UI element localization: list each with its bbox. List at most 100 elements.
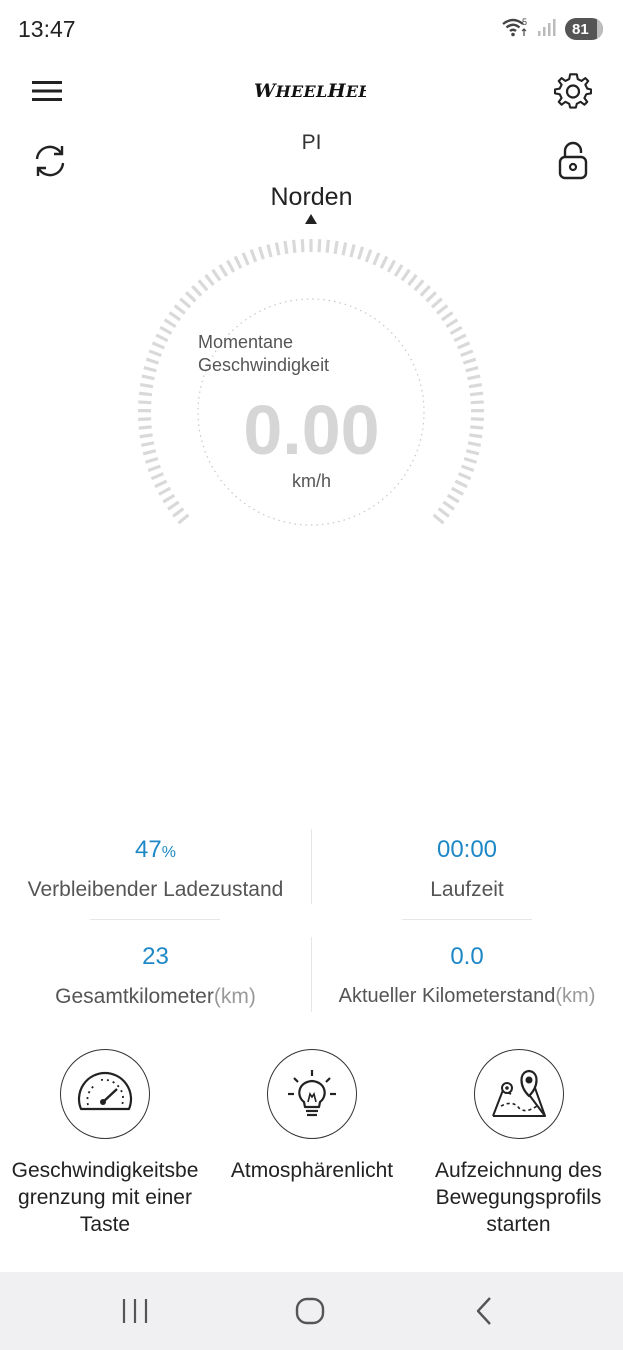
gauge-tick xyxy=(468,383,483,389)
gauge-tick xyxy=(218,264,229,277)
gauge-tick xyxy=(437,507,450,518)
gauge-tick xyxy=(163,318,177,329)
gauge-tick xyxy=(249,249,258,263)
trip-km-label: Aktueller Kilometerstand(km) xyxy=(338,985,596,1007)
back-button[interactable] xyxy=(462,1292,508,1330)
gauge-tick xyxy=(257,246,265,260)
gauge-tick xyxy=(440,311,454,322)
menu-icon xyxy=(32,81,62,101)
gauge-tick xyxy=(465,366,479,373)
home-button[interactable] xyxy=(287,1291,333,1331)
speed-limit-button[interactable] xyxy=(60,1049,150,1139)
lock-button[interactable] xyxy=(553,139,593,183)
record-route-action[interactable]: Aufzeichnung des Bewegungsprofils starte… xyxy=(414,1049,623,1238)
compass-direction: Norden xyxy=(270,183,353,211)
back-icon xyxy=(476,1297,491,1325)
signal-icon xyxy=(537,17,557,42)
battery-value: 47% xyxy=(135,836,176,863)
wifi-icon: 5 xyxy=(501,16,529,43)
stats-divider-left xyxy=(90,919,220,920)
direction-pointer-icon xyxy=(305,214,317,224)
stat-battery: 47% Verbleibender Ladezustand xyxy=(0,836,311,902)
gauge-tick xyxy=(372,252,381,266)
total-km-value: 23 xyxy=(142,943,169,970)
stats-panel: 47% Verbleibender Ladezustand 00:00 Lauf… xyxy=(0,826,623,1016)
menu-button[interactable] xyxy=(28,72,66,110)
record-route-button[interactable] xyxy=(473,1049,564,1139)
gauge-tick xyxy=(430,297,443,309)
stat-runtime: 00:00 Laufzeit xyxy=(311,836,623,902)
stat-trip-km: 0.0 Aktueller Kilometerstand(km) xyxy=(311,943,623,1008)
recent-apps-button[interactable] xyxy=(112,1292,158,1330)
gauge-tick xyxy=(436,304,449,315)
gauge-tick xyxy=(413,279,425,292)
settings-button[interactable] xyxy=(552,70,594,112)
gauge-tick xyxy=(226,259,236,273)
gauge-tick xyxy=(167,500,180,511)
system-nav-bar xyxy=(0,1272,623,1350)
gauge-tick xyxy=(145,357,160,365)
gauge-tick xyxy=(349,244,356,258)
gauge-tick xyxy=(274,242,281,256)
ambient-light-label: Atmosphärenlicht xyxy=(230,1159,394,1182)
refresh-button[interactable] xyxy=(30,141,70,181)
battery-label: Verbleibender Ladezustand xyxy=(27,878,284,901)
gauge-tick xyxy=(341,242,348,256)
gauge-tick xyxy=(442,500,455,511)
status-icons: 5 81 xyxy=(501,16,603,42)
speed-unit: km/h xyxy=(291,471,331,491)
gauge-tick xyxy=(168,311,182,322)
speed-caption: Momentane Geschwindigkeit xyxy=(198,331,398,377)
speed-caption-line1: Momentane xyxy=(198,332,294,352)
battery-icon: 81 xyxy=(565,18,603,40)
gauge-tick xyxy=(179,297,192,309)
gauge-tick xyxy=(159,325,173,336)
svg-text:WHEELHEELS: WHEELHEELS xyxy=(254,80,366,102)
gauge-tick xyxy=(173,304,186,315)
gauge-tick xyxy=(151,341,165,350)
vehicle-name: PI xyxy=(301,131,322,154)
refresh-icon xyxy=(35,145,65,177)
gauge-tick xyxy=(211,268,222,282)
speed-limit-action[interactable]: Geschwindigkeitsbe grenzung mit einer Ta… xyxy=(0,1049,210,1238)
gauge-tick xyxy=(333,240,339,255)
gauge-tick xyxy=(460,349,474,358)
gauge-tick xyxy=(197,279,209,292)
gauge-tick xyxy=(449,325,463,336)
stat-total-km: 23 Gesamtkilometer(km) xyxy=(0,943,311,1009)
gauge-tick xyxy=(317,239,322,253)
gauge-tick xyxy=(462,357,477,365)
svg-text:5: 5 xyxy=(522,17,527,27)
gauge-tick xyxy=(184,291,197,303)
lock-icon xyxy=(558,141,588,180)
gauge-tick xyxy=(204,273,215,287)
stats-divider-right xyxy=(402,919,532,920)
gauge-tick xyxy=(407,273,418,287)
status-time: 13:47 xyxy=(18,16,76,42)
gauge-tick xyxy=(457,341,471,350)
gauge-tick xyxy=(379,255,389,269)
gauge-tick xyxy=(172,507,185,518)
gauge-tick xyxy=(241,252,250,266)
gauge-tick xyxy=(419,285,431,297)
gauge-tick xyxy=(357,246,365,260)
trip-km-value: 0.0 xyxy=(450,943,484,970)
speed-limit-label: Geschwindigkeitsbe grenzung mit einer Ta… xyxy=(11,1159,199,1236)
ambient-light-action[interactable]: Atmosphärenlicht xyxy=(207,1049,417,1184)
recent-apps-icon xyxy=(122,1299,148,1323)
ambient-light-button[interactable] xyxy=(267,1049,357,1139)
status-bar: 13:47 5 81 xyxy=(0,0,623,58)
home-icon xyxy=(295,1297,325,1325)
gauge-tick xyxy=(445,318,459,329)
lightbulb-icon xyxy=(288,1070,336,1117)
gear-icon xyxy=(554,73,592,109)
gauge-tick xyxy=(283,240,289,255)
gauge-tick xyxy=(300,239,305,253)
app-logo: WHEELHEELS xyxy=(254,80,394,107)
gauge-tick xyxy=(400,268,411,282)
gauge-tick xyxy=(453,333,467,343)
gauge-tick xyxy=(325,239,331,253)
gauge-tick xyxy=(162,493,176,504)
gauge-tick xyxy=(233,255,243,269)
speedometer-icon xyxy=(77,1071,133,1111)
